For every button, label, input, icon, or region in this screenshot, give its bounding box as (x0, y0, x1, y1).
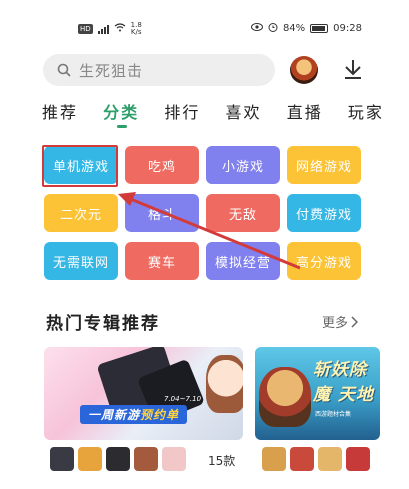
eye-icon (250, 23, 263, 34)
battery-percent: 84% (282, 23, 306, 34)
tab-ranking[interactable]: 排行 (164, 99, 225, 131)
wifi-icon (114, 23, 126, 35)
chevron-right-icon (351, 315, 359, 328)
game-thumb[interactable] (106, 447, 130, 471)
album-thumbs-journey (262, 447, 370, 471)
tab-favorites[interactable]: 喜欢 (226, 99, 287, 131)
status-bar: HD 1.8 K/s 84% 09:28 (0, 0, 409, 40)
more-label: 更多 (322, 316, 349, 331)
category-tabs: 推荐 分类 排行 喜欢 直播 玩家 (42, 99, 409, 131)
category-offline[interactable]: 无需联网 (44, 242, 118, 280)
album-banner-prefix: 一周新游 (88, 408, 141, 422)
avatar-icon[interactable] (290, 56, 318, 84)
album-banner: 一周新游预约单 (80, 405, 188, 424)
category-online-games[interactable]: 网络游戏 (287, 146, 361, 184)
game-thumb[interactable] (346, 447, 370, 471)
section-title: 热门专辑推荐 (46, 314, 160, 334)
character-art (259, 367, 311, 427)
category-anime[interactable]: 二次元 (44, 194, 118, 232)
status-right: 84% 09:28 (250, 22, 362, 35)
hd-icon: HD (78, 24, 93, 34)
game-thumb[interactable] (134, 447, 158, 471)
category-high-score[interactable]: 高分游戏 (287, 242, 361, 280)
category-standalone-games[interactable]: 单机游戏 (44, 146, 118, 184)
game-thumb[interactable] (50, 447, 74, 471)
clock: 09:28 (333, 23, 362, 34)
tab-players[interactable]: 玩家 (348, 99, 409, 131)
more-link[interactable]: 更多 (322, 312, 359, 331)
category-paid-games[interactable]: 付费游戏 (287, 194, 361, 232)
tab-category[interactable]: 分类 (103, 99, 164, 131)
category-simulation[interactable]: 模拟经营 (206, 242, 280, 280)
status-left: HD 1.8 K/s (78, 22, 142, 36)
category-mini-games[interactable]: 小游戏 (206, 146, 280, 184)
network-speed: 1.8 K/s (131, 22, 142, 36)
search-placeholder: 生死狙击 (79, 61, 144, 80)
category-invincible[interactable]: 无敌 (206, 194, 280, 232)
download-icon[interactable] (342, 58, 364, 80)
category-battle-royale[interactable]: 吃鸡 (125, 146, 199, 184)
category-fighting[interactable]: 格斗 (125, 194, 199, 232)
category-racing[interactable]: 赛车 (125, 242, 199, 280)
album-subtitle: 西游题材合集 (315, 411, 352, 418)
speed-unit: K/s (130, 28, 142, 36)
album-card-weekly[interactable]: 7.04~7.10 一周新游预约单 (44, 347, 243, 440)
character-art (206, 355, 243, 413)
album-card-journey[interactable]: 斩妖除魔 天地 西游题材合集 (255, 347, 380, 440)
album-title: 斩妖除魔 天地 (313, 360, 374, 405)
game-thumb[interactable] (290, 447, 314, 471)
signal-icon (97, 24, 109, 34)
alarm-icon (268, 22, 278, 35)
search-icon (57, 63, 71, 77)
album-banner-highlight: 预约单 (140, 408, 180, 422)
battery-icon (310, 24, 329, 33)
tab-recommend[interactable]: 推荐 (42, 99, 103, 131)
game-thumb[interactable] (262, 447, 286, 471)
album-thumbs-weekly (50, 447, 186, 471)
album-date: 7.04~7.10 (164, 395, 202, 403)
game-thumb[interactable] (318, 447, 342, 471)
game-thumb[interactable] (162, 447, 186, 471)
game-thumb[interactable] (78, 447, 102, 471)
tab-live[interactable]: 直播 (287, 99, 348, 131)
album-count: 15款 (208, 454, 236, 468)
search-bar[interactable]: 生死狙击 (43, 54, 275, 86)
